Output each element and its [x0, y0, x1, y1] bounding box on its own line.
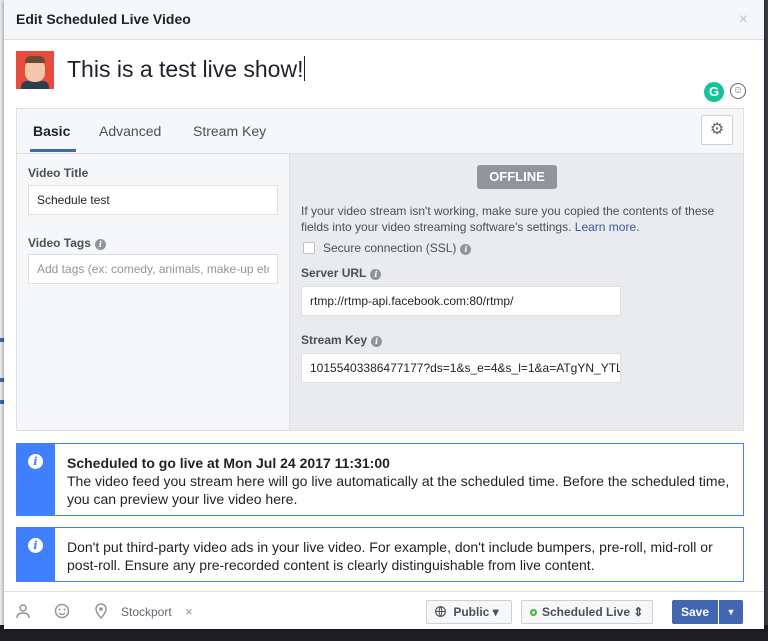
- stream-help-body: If your video stream isn't working, make…: [301, 204, 715, 234]
- notice-accent-bar: i: [17, 444, 55, 515]
- status-dot-icon: [530, 609, 537, 616]
- stream-help-text: If your video stream isn't working, make…: [301, 203, 731, 235]
- notice-accent-bar: i: [17, 528, 55, 581]
- tab-advanced[interactable]: Advanced: [99, 123, 161, 139]
- server-url-label: Server URL i: [301, 266, 382, 280]
- secure-connection-text: Secure connection (SSL): [323, 241, 457, 255]
- privacy-selector[interactable]: Public ▾: [426, 600, 512, 624]
- learn-more-link[interactable]: Learn more: [575, 220, 636, 234]
- globe-icon: [435, 605, 453, 619]
- tab-stream-key[interactable]: Stream Key: [193, 123, 266, 139]
- scheduled-notice: i Scheduled to go live at Mon Jul 24 201…: [16, 443, 744, 516]
- video-title-input[interactable]: Schedule test: [28, 185, 278, 215]
- tab-basic[interactable]: Basic: [33, 123, 70, 139]
- secure-connection-label: Secure connection (SSL) i: [323, 241, 472, 255]
- video-tags-label: Video Tags i: [28, 236, 106, 250]
- info-icon: i: [28, 538, 43, 553]
- scheduled-notice-text: Scheduled to go live at Mon Jul 24 2017 …: [67, 454, 737, 508]
- gear-icon[interactable]: ⚙: [701, 115, 733, 145]
- active-tab-indicator: [30, 149, 76, 152]
- video-title-label: Video Title: [28, 166, 89, 180]
- status-badge: OFFLINE: [477, 165, 557, 189]
- video-tags-label-text: Video Tags: [28, 236, 91, 250]
- video-details-column: Video Title Schedule test Video Tags i: [17, 154, 290, 430]
- info-icon[interactable]: i: [460, 244, 472, 255]
- avatar: [16, 51, 54, 89]
- schedule-selector[interactable]: Scheduled Live ⇕: [521, 600, 653, 624]
- location-pin-icon[interactable]: [94, 603, 108, 623]
- help-period: .: [636, 220, 640, 234]
- secure-connection-checkbox[interactable]: [303, 242, 315, 254]
- stream-settings-panel: Basic Advanced Stream Key ⚙ Video Title …: [16, 108, 744, 431]
- tag-people-icon[interactable]: [16, 603, 32, 623]
- info-icon: i: [28, 454, 43, 469]
- remove-location-icon[interactable]: ×: [185, 604, 193, 619]
- location-label: Stockport: [121, 605, 172, 619]
- settings-tabs: Basic Advanced Stream Key ⚙: [17, 109, 743, 154]
- server-url-field[interactable]: rtmp://rtmp-api.facebook.com:80/rtmp/: [301, 286, 621, 316]
- stream-setup-column: OFFLINE If your video stream isn't worki…: [290, 154, 743, 430]
- caret-down-icon[interactable]: ▼: [719, 600, 743, 624]
- ads-policy-text: Don't put third-party video ads in your …: [67, 539, 713, 573]
- dialog-header: Edit Scheduled Live Video ×: [4, 0, 764, 40]
- scheduled-time-title: Scheduled to go live at Mon Jul 24 2017 …: [67, 455, 390, 471]
- server-url-label-text: Server URL: [301, 266, 367, 280]
- save-button[interactable]: Save: [672, 600, 718, 624]
- post-text-input[interactable]: This is a test live show!: [67, 56, 306, 83]
- privacy-label: Public ▾: [453, 605, 499, 619]
- dialog-footer: Stockport × Public ▾ Scheduled Live ⇕ Sa…: [4, 591, 764, 629]
- stream-key-label: Stream Key i: [301, 333, 383, 347]
- feeling-icon[interactable]: [54, 603, 70, 623]
- grammarly-icon[interactable]: G: [704, 82, 724, 102]
- scheduled-notice-body: The video feed you stream here will go l…: [67, 473, 730, 507]
- stream-key-field[interactable]: 10155403386477177?ds=1&s_e=4&s_l=1&a=ATg…: [301, 353, 621, 383]
- ads-policy-notice: i Don't put third-party video ads in you…: [16, 527, 744, 582]
- schedule-label: Scheduled Live ⇕: [542, 605, 644, 619]
- edit-live-video-dialog: Edit Scheduled Live Video × This is a te…: [4, 0, 764, 629]
- info-icon[interactable]: i: [371, 336, 383, 347]
- emoji-icon[interactable]: ☺: [730, 83, 746, 99]
- video-tags-input[interactable]: [28, 254, 278, 284]
- info-icon[interactable]: i: [370, 269, 382, 280]
- stream-key-label-text: Stream Key: [301, 333, 368, 347]
- info-icon[interactable]: i: [94, 239, 106, 250]
- dialog-title: Edit Scheduled Live Video: [16, 11, 191, 27]
- close-icon[interactable]: ×: [739, 11, 748, 29]
